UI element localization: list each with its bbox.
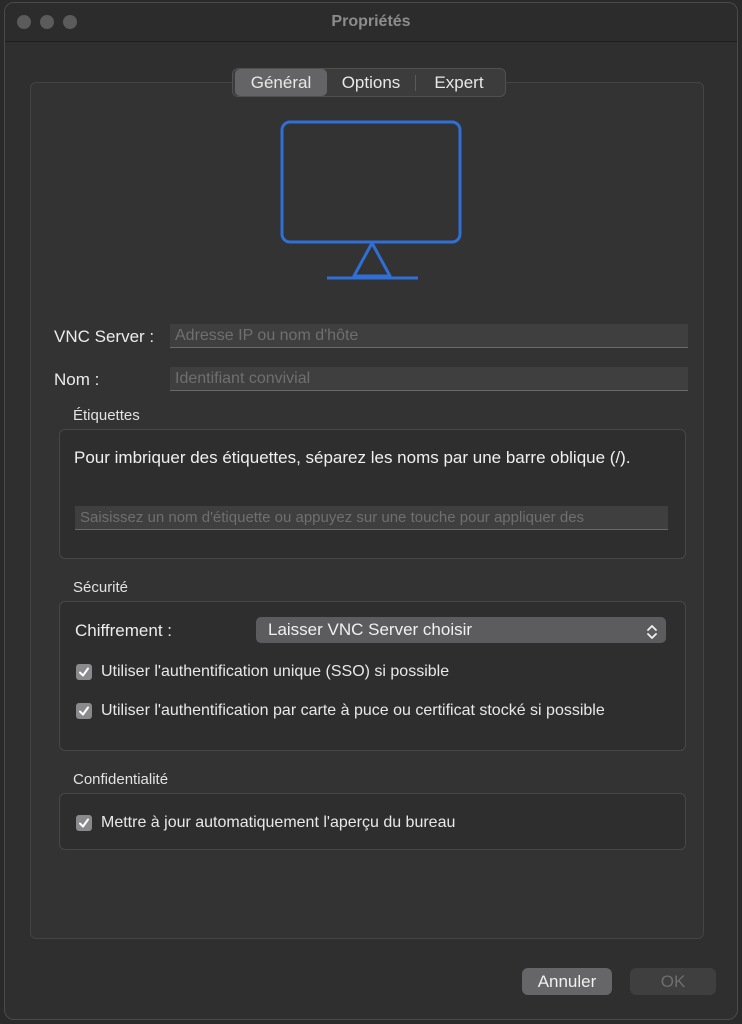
window-title: Propriétés <box>331 13 411 30</box>
preview-checkbox-row[interactable]: Mettre à jour automatiquement l'aperçu d… <box>76 814 455 832</box>
smartcard-checkbox[interactable] <box>76 703 92 719</box>
sso-checkbox-label: Utiliser l'authentification unique (SSO)… <box>101 663 450 680</box>
tab-options[interactable]: Options <box>327 69 415 96</box>
encryption-select[interactable]: Laisser VNC Server choisir <box>256 617 666 643</box>
tags-hint-text: Pour imbriquer des étiquettes, séparez l… <box>74 448 631 467</box>
tab-general[interactable]: Général <box>235 69 327 96</box>
checkmark-icon <box>79 667 89 677</box>
preview-checkbox[interactable] <box>76 815 92 831</box>
tab-expert[interactable]: Expert <box>416 69 502 96</box>
smartcard-checkbox-row[interactable]: Utiliser l'authentification par carte à … <box>76 702 605 720</box>
smartcard-checkbox-label: Utiliser l'authentification par carte à … <box>101 702 605 719</box>
ok-button[interactable]: OK <box>630 968 716 995</box>
vnc-server-input[interactable] <box>170 324 688 348</box>
privacy-section-title: Confidentialité <box>73 771 169 788</box>
checkmark-icon <box>79 818 89 828</box>
cancel-button[interactable]: Annuler <box>522 968 612 995</box>
vnc-server-label: VNC Server : <box>54 327 155 346</box>
sso-checkbox[interactable] <box>76 664 92 680</box>
tag-input[interactable] <box>75 506 668 530</box>
security-section-title: Sécurité <box>73 579 129 596</box>
preview-checkbox-label: Mettre à jour automatiquement l'aperçu d… <box>101 814 456 831</box>
title-bar: Propriétés <box>5 3 737 42</box>
monitor-icon <box>272 116 472 291</box>
checkmark-icon <box>79 706 89 716</box>
name-input[interactable] <box>170 367 688 391</box>
tab-bar: Général Options Expert <box>232 68 506 97</box>
name-label: Nom : <box>54 370 100 389</box>
updown-chevron-icon <box>646 622 658 648</box>
encryption-select-value: Laisser VNC Server choisir <box>268 620 473 639</box>
sso-checkbox-row[interactable]: Utiliser l'authentification unique (SSO)… <box>76 663 449 681</box>
tags-section-title: Étiquettes <box>73 407 140 424</box>
encryption-label: Chiffrement : <box>75 621 173 640</box>
